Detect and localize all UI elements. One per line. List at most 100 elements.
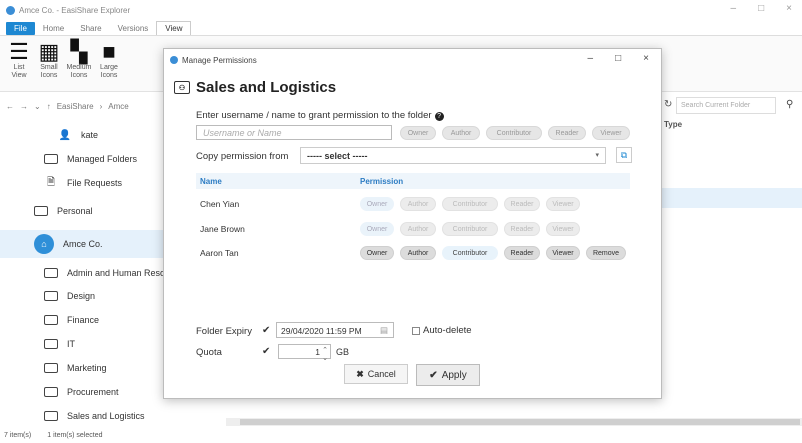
tree-item-admin-hr[interactable]: Admin and Human Resou (44, 262, 170, 284)
row3-contributor-button[interactable]: Contributor (442, 246, 498, 260)
copy-permission-select[interactable]: ----- select ----- ▾ (300, 147, 606, 164)
scrollbar-thumb[interactable] (240, 419, 800, 425)
copy-permission-label: Copy permission from (196, 151, 289, 162)
tree-item-personal[interactable]: Personal (34, 200, 93, 222)
row-name-chen-yian: Chen Yian (200, 199, 240, 209)
dialog-close-icon[interactable]: × (643, 53, 649, 64)
shared-folder-icon (44, 268, 58, 278)
search-icon[interactable]: ⚲ (786, 99, 793, 110)
cancel-button[interactable]: ✖ Cancel (344, 364, 408, 384)
username-input[interactable] (196, 125, 392, 140)
dialog-minimize-icon[interactable]: – (588, 53, 594, 64)
column-permission: Permission (360, 176, 404, 186)
list-view-button[interactable]: ☰ List View (8, 40, 30, 87)
row2-owner-button[interactable]: Owner (360, 222, 394, 236)
grant-reader-button[interactable]: Reader (548, 126, 586, 140)
folder-name: Sales and Logistics (196, 79, 337, 96)
row3-reader-button[interactable]: Reader (504, 246, 540, 260)
team-drive-icon: ⌂ (34, 234, 54, 254)
tab-share[interactable]: Share (72, 22, 109, 35)
status-bar: 7 item(s) 1 item(s) selected (0, 428, 802, 443)
tree-item-managed-folders[interactable]: Managed Folders (44, 148, 137, 170)
tree-item-finance[interactable]: Finance (44, 309, 99, 331)
tree-item-procurement[interactable]: Procurement (44, 381, 119, 403)
row2-author-button[interactable]: Author (400, 222, 436, 236)
minimize-icon[interactable]: – (731, 3, 737, 14)
help-icon[interactable]: ? (434, 112, 444, 121)
row1-viewer-button[interactable]: Viewer (546, 197, 580, 211)
search-input[interactable]: Search Current Folder (676, 97, 776, 114)
tab-view[interactable]: View (156, 21, 192, 35)
row2-reader-button[interactable]: Reader (504, 222, 540, 236)
list-selected-row[interactable] (662, 188, 802, 208)
refresh-icon[interactable]: ↻ (664, 99, 672, 110)
folder-expiry-checkbox[interactable]: ✔ (262, 325, 270, 336)
dialog-title: Manage Permissions (182, 55, 257, 65)
shared-folder-icon (44, 315, 58, 325)
grant-viewer-button[interactable]: Viewer (592, 126, 630, 140)
close-icon[interactable]: × (786, 3, 792, 14)
chevron-down-icon[interactable]: ⌄ (34, 102, 41, 111)
quota-stepper[interactable]: 1 ⌃ ⌄ (278, 344, 331, 362)
quota-checkbox[interactable]: ✔ (262, 346, 270, 357)
close-icon: ✖ (356, 368, 364, 379)
auto-delete-checkbox[interactable]: Auto-delete (412, 325, 472, 336)
tree-item-marketing[interactable]: Marketing (44, 357, 107, 379)
forward-icon[interactable]: → (20, 102, 28, 111)
row1-reader-button[interactable]: Reader (504, 197, 540, 211)
breadcrumb-easishare[interactable]: EasiShare (57, 102, 94, 111)
row3-viewer-button[interactable]: Viewer (546, 246, 580, 260)
dialog-maximize-icon[interactable]: □ (615, 53, 621, 64)
window-title: Amce Co. - EasiShare Explorer (19, 5, 131, 15)
folder-expiry-input[interactable]: 29/04/2020 11:59 PM ▤ (276, 322, 394, 338)
drive-icon (34, 206, 48, 216)
column-header-type[interactable]: Type (664, 120, 682, 129)
grant-contributor-button[interactable]: Contributor (486, 126, 542, 140)
row-name-jane-brown: Jane Brown (200, 224, 245, 234)
file-request-icon: 🗎 (46, 176, 56, 188)
dialog-heading: ⚇ Sales and Logistics (174, 79, 336, 96)
row3-author-button[interactable]: Author (400, 246, 436, 260)
tree-item-file-requests[interactable]: 🗎 File Requests (44, 172, 122, 194)
spinner-icon[interactable]: ⌃ ⌄ (322, 346, 328, 362)
copy-icon: ⧉ (620, 149, 628, 160)
managed-folder-icon (44, 154, 58, 164)
row1-owner-button[interactable]: Owner (360, 197, 394, 211)
list-view-icon: ☰ (9, 39, 29, 64)
tree-item-sales-logistics[interactable]: Sales and Logistics (44, 405, 145, 427)
small-icons-button[interactable]: ▦ Small Icons (38, 40, 60, 87)
grant-prompt: Enter username / name to grant permissio… (196, 110, 444, 121)
tree-item-kate[interactable]: 👤 kate (58, 124, 98, 146)
shared-folder-icon (44, 363, 58, 373)
back-icon[interactable]: ← (6, 102, 14, 111)
row3-remove-button[interactable]: Remove (586, 246, 626, 260)
up-icon[interactable]: ↑ (47, 102, 51, 111)
horizontal-scrollbar[interactable] (226, 418, 802, 426)
grant-author-button[interactable]: Author (442, 126, 480, 140)
small-icons-icon: ▦ (38, 39, 60, 64)
shared-folder-icon (44, 339, 58, 349)
maximize-icon[interactable]: □ (758, 3, 764, 14)
row2-viewer-button[interactable]: Viewer (546, 222, 580, 236)
row1-author-button[interactable]: Author (400, 197, 436, 211)
large-icons-button[interactable]: ■ Large Icons (98, 40, 120, 87)
tree-item-amce-co[interactable]: ⌂ Amce Co. (34, 233, 103, 255)
tab-versions[interactable]: Versions (110, 22, 157, 35)
ribbon-tabs: File Home Share Versions View (0, 20, 802, 36)
window-controls: – □ × (731, 3, 792, 14)
grant-owner-button[interactable]: Owner (400, 126, 436, 140)
tree-item-it[interactable]: IT (44, 333, 75, 355)
check-icon: ✔ (429, 369, 438, 381)
tree-item-design[interactable]: Design (44, 285, 95, 307)
apply-button[interactable]: ✔ Apply (416, 364, 480, 386)
row3-owner-button[interactable]: Owner (360, 246, 394, 260)
breadcrumb-amce[interactable]: Amce (108, 102, 128, 111)
tab-file[interactable]: File (6, 22, 35, 35)
medium-icons-button[interactable]: ▚ Medium Icons (67, 40, 92, 87)
row1-contributor-button[interactable]: Contributor (442, 197, 498, 211)
calendar-icon[interactable]: ▤ (380, 325, 388, 336)
row2-contributor-button[interactable]: Contributor (442, 222, 498, 236)
copy-permission-button[interactable]: ⧉ (616, 147, 632, 163)
app-logo-icon (170, 56, 178, 64)
tab-home[interactable]: Home (35, 22, 72, 35)
